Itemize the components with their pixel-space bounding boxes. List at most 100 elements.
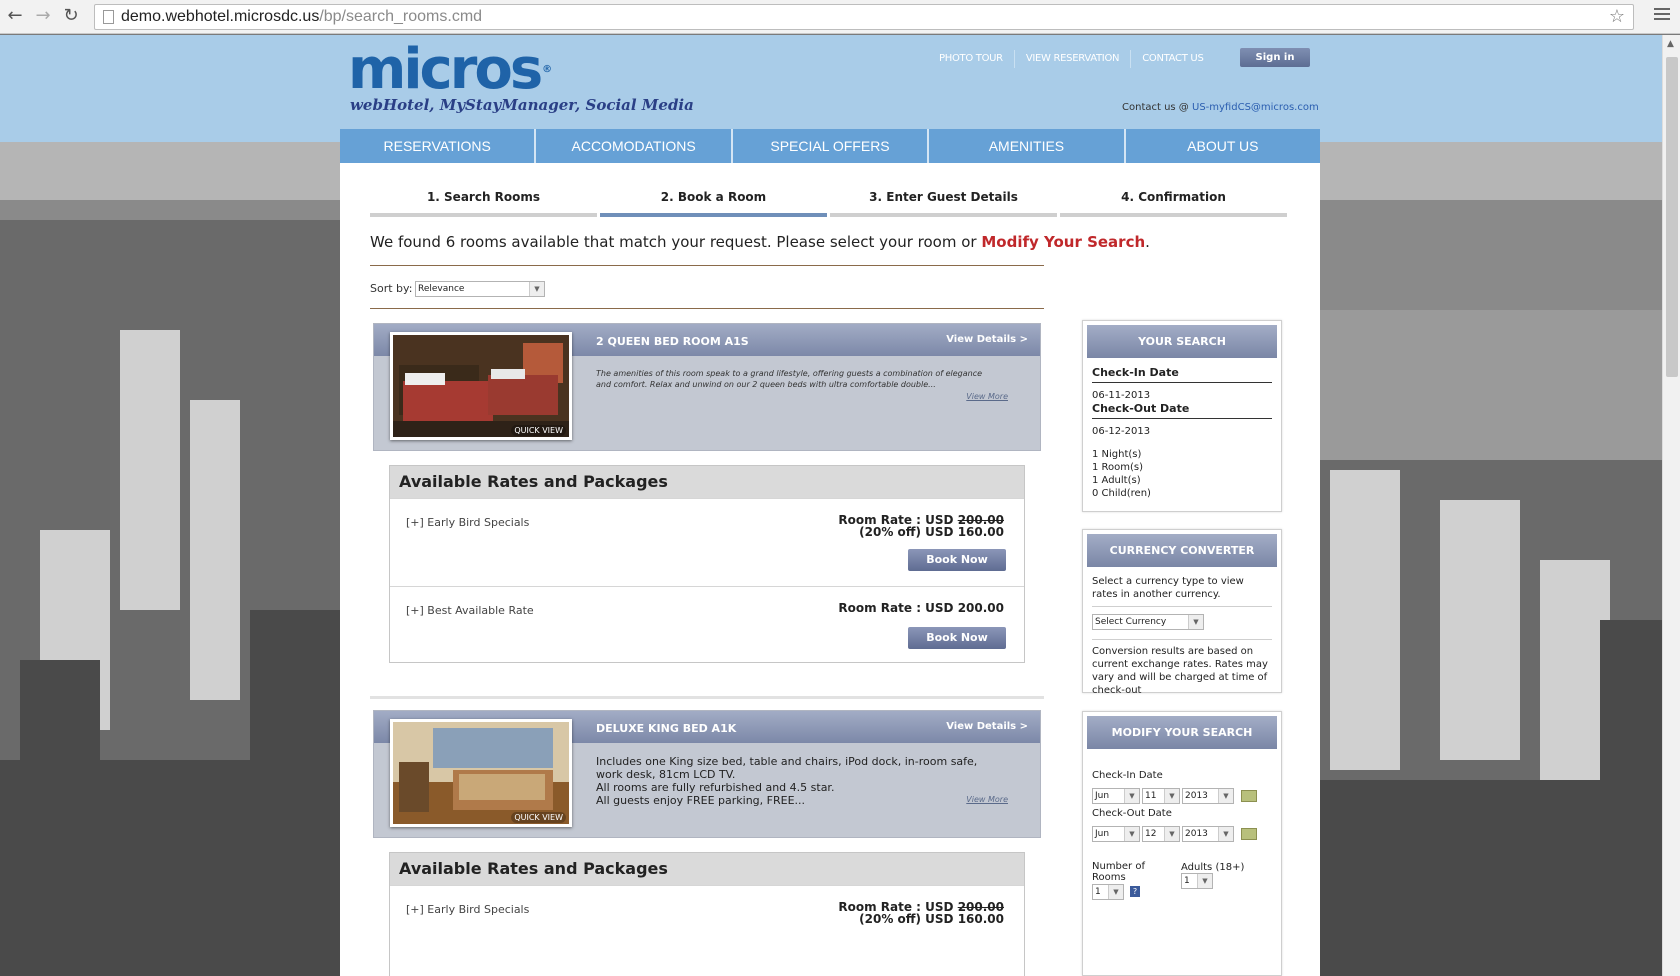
checkin-value: 06-11-2013: [1092, 390, 1151, 401]
browser-toolbar: ← → ↻ demo.webhotel.microsdc.us/bp/searc…: [0, 0, 1680, 34]
rates-title: Available Rates and Packages: [390, 466, 1024, 498]
step-enter-guest-details: 3. Enter Guest Details: [830, 190, 1057, 217]
checkin-month-select[interactable]: Jun ▼: [1092, 788, 1140, 804]
checkout-day-value: 12: [1145, 829, 1157, 839]
chevron-down-icon: ▼: [1164, 789, 1179, 803]
calendar-icon[interactable]: [1241, 790, 1257, 802]
room-card: QUICK VIEW 2 QUEEN BED ROOM A1S View Det…: [373, 323, 1041, 451]
view-more-link[interactable]: View More: [966, 795, 1008, 804]
chevron-down-icon: ▼: [1124, 827, 1139, 841]
logo-tagline: webHotel, MyStayManager, Social Media: [350, 96, 694, 114]
page-scrollbar[interactable]: ▲: [1662, 35, 1680, 976]
rooms-select[interactable]: 1 ▼: [1092, 884, 1124, 900]
bookmark-star-icon[interactable]: ☆: [1609, 6, 1625, 27]
currency-intro: Select a currency type to view rates in …: [1092, 576, 1244, 600]
chevron-down-icon: ▼: [1164, 827, 1179, 841]
scroll-up-icon[interactable]: ▲: [1667, 39, 1674, 49]
quick-view-label[interactable]: QUICK VIEW: [511, 812, 566, 823]
divider: [370, 696, 1044, 699]
browser-menu-icon[interactable]: [1654, 8, 1670, 23]
checkout-year-select[interactable]: 2013 ▼: [1182, 826, 1234, 842]
calendar-icon[interactable]: [1241, 828, 1257, 840]
sign-in-button[interactable]: Sign in: [1240, 48, 1310, 67]
adults-select-value: 1: [1184, 876, 1190, 886]
step-confirmation: 4. Confirmation: [1060, 190, 1287, 217]
room-photo-image: [393, 335, 569, 437]
checkin-day-select[interactable]: 11 ▼: [1142, 788, 1180, 804]
your-search-box: YOUR SEARCH Check-In Date 06-11-2013 Che…: [1082, 320, 1282, 512]
chevron-down-icon: ▼: [1108, 885, 1123, 899]
url-text[interactable]: demo.webhotel.microsdc.us/bp/search_room…: [121, 8, 482, 26]
adults-count: 1 Adult(s): [1092, 475, 1141, 486]
number-of-rooms-label: Number of Rooms: [1092, 861, 1145, 883]
view-details-link[interactable]: View Details >: [946, 334, 1028, 345]
nav-amenities[interactable]: AMENITIES: [929, 129, 1126, 163]
rooms-count: 1 Room(s): [1092, 462, 1144, 473]
contact-email-link[interactable]: US-myfidCS@micros.com: [1192, 102, 1319, 113]
room-photo[interactable]: QUICK VIEW: [390, 332, 572, 440]
rooms-select-value: 1: [1095, 887, 1101, 897]
sort-select[interactable]: Relevance ▼: [415, 281, 545, 297]
description-line: Includes one King size bed, table and ch…: [596, 755, 978, 768]
view-details-link[interactable]: View Details >: [946, 721, 1028, 732]
view-more-link[interactable]: View More: [966, 392, 1008, 401]
package-name[interactable]: [+] Early Bird Specials: [406, 903, 529, 916]
scrollbar-thumb[interactable]: [1666, 57, 1678, 377]
chevron-down-icon: ▼: [1124, 789, 1139, 803]
checkin-label: Check-In Date: [1092, 366, 1272, 383]
checkout-label: Check-Out Date: [1092, 402, 1272, 419]
description-line: All rooms are fully refurbished and 4.5 …: [596, 781, 835, 794]
package-name[interactable]: [+] Best Available Rate: [406, 604, 534, 617]
nav-about-us[interactable]: ABOUT US: [1125, 129, 1321, 163]
package-name[interactable]: [+] Early Bird Specials: [406, 516, 529, 529]
rates-box: Available Rates and Packages [+] Early B…: [389, 852, 1025, 976]
description-line: All guests enjoy FREE parking, FREE...: [596, 794, 806, 807]
photo-tour-link[interactable]: PHOTO TOUR: [928, 50, 1014, 68]
nav-special-offers[interactable]: SPECIAL OFFERS: [732, 129, 930, 163]
checkout-day-select[interactable]: 12 ▼: [1142, 826, 1180, 842]
micros-logo[interactable]: micros ® webHotel, MyStayManager, Social …: [348, 37, 694, 115]
modify-checkout-label: Check-Out Date: [1092, 808, 1172, 819]
discount-price: (20% off) USD 160.00: [859, 912, 1004, 926]
adults-select[interactable]: 1 ▼: [1181, 873, 1213, 889]
checkout-month-select[interactable]: Jun ▼: [1092, 826, 1140, 842]
address-bar[interactable]: demo.webhotel.microsdc.us/bp/search_room…: [94, 4, 1634, 30]
quick-view-label[interactable]: QUICK VIEW: [511, 425, 566, 436]
url-path: /bp/search_rooms.cmd: [319, 8, 483, 25]
back-arrow-icon[interactable]: ←: [4, 6, 26, 26]
step-book-a-room[interactable]: 2. Book a Room: [600, 190, 827, 217]
room-photo[interactable]: QUICK VIEW: [390, 719, 572, 827]
forward-arrow-icon[interactable]: →: [32, 6, 54, 26]
chevron-down-icon: ▼: [1188, 615, 1203, 629]
nav-reservations[interactable]: RESERVATIONS: [340, 129, 537, 163]
currency-converter-title: CURRENCY CONVERTER: [1087, 534, 1277, 567]
book-now-button[interactable]: Book Now: [908, 627, 1006, 649]
reload-icon[interactable]: ↻: [60, 6, 82, 26]
checkout-value: 06-12-2013: [1092, 426, 1151, 437]
rates-box: Available Rates and Packages [+] Early B…: [389, 465, 1025, 663]
room-description: Includes one King size bed, table and ch…: [596, 755, 1001, 807]
currency-note: Conversion results are based on current …: [1092, 646, 1268, 696]
checkin-day-value: 11: [1145, 791, 1157, 801]
modify-search-link[interactable]: Modify Your Search: [981, 233, 1145, 251]
room-name[interactable]: 2 QUEEN BED ROOM A1S: [596, 335, 749, 348]
description-line: work desk, 81cm LCD TV.: [596, 768, 736, 781]
checkin-year-select[interactable]: 2013 ▼: [1182, 788, 1234, 804]
room-name[interactable]: DELUXE KING BED A1K: [596, 722, 736, 735]
checkout-month-value: Jun: [1095, 829, 1110, 839]
step-search-rooms[interactable]: 1. Search Rooms: [370, 190, 597, 217]
package-rate: Room Rate : USD 200.00 (20% off) USD 160…: [838, 514, 1004, 538]
chevron-down-icon: ▼: [1218, 827, 1233, 841]
checkin-month-value: Jun: [1095, 791, 1110, 801]
your-search-title: YOUR SEARCH: [1087, 325, 1277, 358]
rates-title: Available Rates and Packages: [390, 853, 1024, 885]
contact-us-link[interactable]: CONTACT US: [1130, 50, 1214, 68]
view-reservation-link[interactable]: VIEW RESERVATION: [1013, 50, 1130, 68]
logo-word: micros: [348, 37, 543, 102]
book-now-button[interactable]: Book Now: [908, 549, 1006, 571]
currency-select[interactable]: Select Currency ▼: [1092, 614, 1204, 630]
site-header: micros ® webHotel, MyStayManager, Social …: [0, 35, 1662, 142]
main-nav: RESERVATIONS ACCOMODATIONS SPECIAL OFFER…: [340, 129, 1321, 163]
help-icon[interactable]: ?: [1130, 886, 1140, 897]
nav-accomodations[interactable]: ACCOMODATIONS: [536, 129, 733, 163]
